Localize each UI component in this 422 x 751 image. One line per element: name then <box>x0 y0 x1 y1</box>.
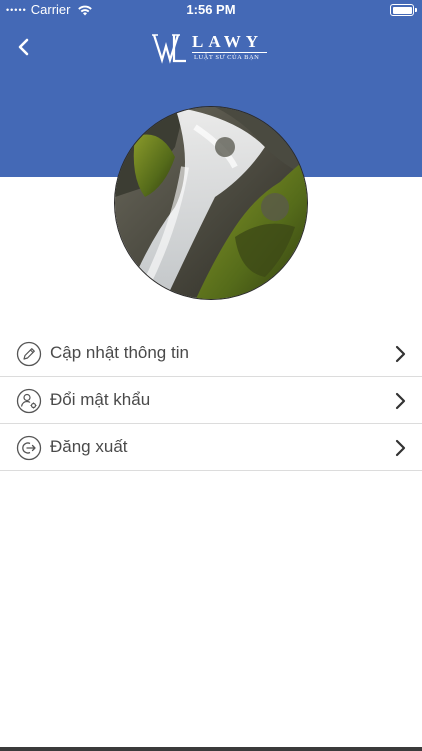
battery-icon <box>390 4 417 16</box>
waterfall-photo <box>115 107 307 299</box>
menu-label-change-password: Đổi mật khẩu <box>50 390 151 409</box>
app-logo: LAWY LUẬT SƯ CỦA BẠN <box>152 32 272 66</box>
user-key-circle-icon <box>16 388 42 414</box>
bottom-edge <box>0 747 422 751</box>
chevron-right-icon <box>395 345 406 363</box>
menu-item-change-password[interactable]: Đổi mật khẩu <box>0 377 422 424</box>
logo-divider <box>192 52 267 53</box>
status-bar: ••••• Carrier 1:56 PM <box>0 0 422 20</box>
logo-name: LAWY <box>192 32 264 51</box>
logo-tagline: LUẬT SƯ CỦA BẠN <box>194 54 260 61</box>
status-time: 1:56 PM <box>186 2 236 17</box>
menu-label-logout: Đăng xuất <box>50 437 128 456</box>
logout-circle-icon <box>16 435 42 461</box>
battery-level <box>392 6 412 14</box>
menu-item-update-info[interactable]: Cập nhật thông tin <box>0 330 422 377</box>
menu-item-logout[interactable]: Đăng xuất <box>0 424 422 471</box>
chevron-right-icon <box>395 439 406 457</box>
menu-label-update-info: Cập nhật thông tin <box>50 343 189 362</box>
chevron-right-icon <box>395 392 406 410</box>
pencil-circle-icon <box>16 341 42 367</box>
settings-menu: Cập nhật thông tin Đổi mật khẩu Đăng xuấ… <box>0 330 422 471</box>
chevron-left-icon[interactable] <box>12 35 36 59</box>
logo-mark <box>152 34 186 64</box>
profile-avatar[interactable] <box>114 106 308 300</box>
